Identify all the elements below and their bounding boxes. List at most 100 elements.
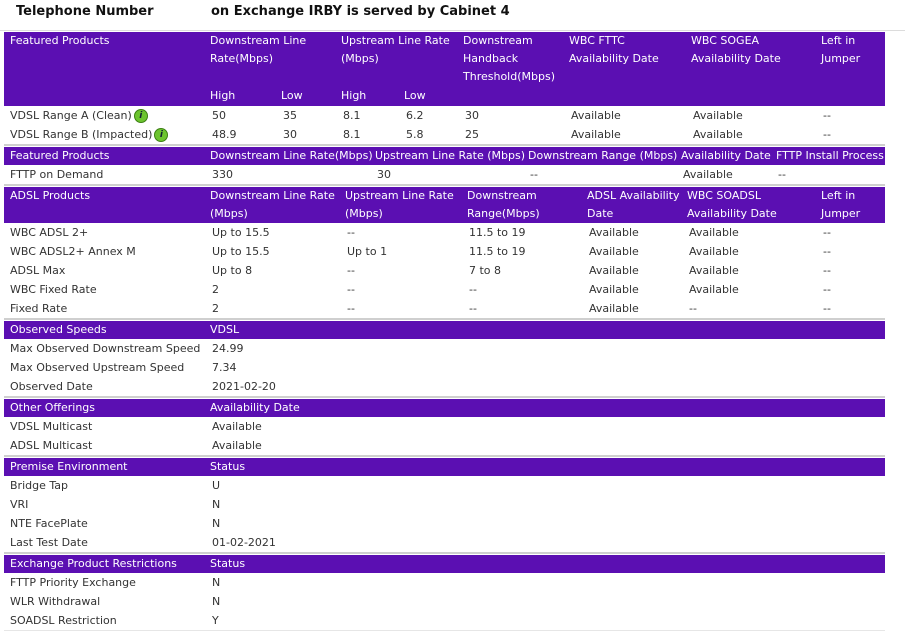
table-row: VDSL Range A (Clean) i 50 35 8.1 6.2 30 A… (4, 106, 885, 126)
cell: 25 (465, 128, 479, 141)
cell: 2 (212, 302, 219, 315)
col-downstream-range: Downstream Range (Mbps) (528, 149, 678, 162)
product-name: VDSL Range B (Impacted) (10, 128, 153, 141)
divider (4, 184, 885, 186)
col-adsl-availability: ADSL Availability Date (587, 189, 680, 220)
row-label: Last Test Date (10, 536, 88, 549)
col-left-in-jumper: Left in Jumper (821, 189, 861, 220)
cell: 7.34 (212, 361, 237, 374)
col-left-in-jumper: Left in Jumper (821, 34, 861, 65)
divider (4, 318, 885, 320)
fttp-header: Featured Products Downstream Line Rate(M… (4, 147, 885, 165)
col-handback-threshold: Downstream Handback Threshold(Mbps) (463, 34, 555, 83)
cell: -- (823, 302, 831, 315)
table-row: Observed Date 2021-02-20 (4, 377, 885, 397)
cell: 2 (212, 283, 219, 296)
cell: 2021-02-20 (212, 380, 276, 393)
row-label: Fixed Rate (10, 302, 68, 315)
adsl-header: ADSL Products Downstream Line Rate (Mbps… (4, 187, 885, 223)
table-row: Max Observed Upstream Speed 7.34 (4, 358, 885, 378)
top-bar: Telephone Number on Exchange IRBY is ser… (0, 0, 905, 31)
cell: -- (823, 128, 831, 141)
row-label: WLR Withdrawal (10, 595, 101, 608)
table-row: WBC Fixed Rate 2 -- -- Available Available -- (4, 280, 885, 300)
other-header: Other Offerings Availability Date (4, 399, 885, 417)
cell: 11.5 to 19 (469, 245, 526, 258)
sub-high: High (341, 89, 367, 102)
exchange-text: on Exchange IRBY is served by Cabinet 4 (211, 4, 510, 19)
cell: -- (689, 302, 697, 315)
col-fttp-install: FTTP Install Process (776, 149, 884, 162)
col-fttc-availability: WBC FTTC Availability Date (569, 34, 659, 65)
col-upstream-rate: Upstream Line Rate (Mbps) (345, 189, 454, 220)
cell: -- (469, 302, 477, 315)
product-name: FTTP on Demand (10, 168, 104, 181)
cell: -- (530, 168, 538, 181)
table-row: Max Observed Downstream Speed 24.99 (4, 339, 885, 359)
info-icon[interactable]: i (133, 109, 148, 123)
row-label: VDSL Multicast (10, 420, 93, 433)
divider (4, 144, 885, 146)
cell: -- (778, 168, 786, 181)
cell: -- (347, 264, 355, 277)
cell: 48.9 (212, 128, 237, 141)
cell: 01-02-2021 (212, 536, 276, 549)
col-status: Status (210, 460, 246, 473)
restrictions-header: Exchange Product Restrictions Status (4, 555, 885, 573)
divider (4, 552, 885, 554)
cell: 30 (283, 128, 297, 141)
table-row: ADSL Multicast Available (4, 436, 885, 456)
cell: Available (693, 128, 743, 141)
cell: Available (212, 439, 262, 452)
cell: Available (689, 283, 739, 296)
cell: N (212, 576, 221, 589)
premise-header: Premise Environment Status (4, 458, 885, 476)
cell: 50 (212, 109, 226, 122)
cell: -- (469, 283, 477, 296)
info-icon[interactable]: i (154, 128, 169, 142)
row-label: VRI (10, 498, 29, 511)
table-row: SOADSL Restriction Y (4, 611, 885, 631)
table-row: Last Test Date 01-02-2021 (4, 533, 885, 553)
cell: -- (347, 302, 355, 315)
cell: 30 (465, 109, 479, 122)
col-availability-date: Availability Date (210, 401, 300, 414)
cell: N (212, 595, 221, 608)
col-featured-products: Featured Products (10, 34, 110, 47)
col-adsl-products: ADSL Products (10, 189, 91, 202)
cell: Available (689, 226, 739, 239)
table-row: ADSL Max Up to 8 -- 7 to 8 Available Availabl… (4, 261, 885, 281)
sub-low: Low (281, 89, 303, 102)
cell: Available (589, 226, 639, 239)
cell: Up to 15.5 (212, 245, 270, 258)
cell: Up to 8 (212, 264, 253, 277)
table-row: FTTP Priority Exchange N (4, 573, 885, 593)
cell: 11.5 to 19 (469, 226, 526, 239)
cell: -- (347, 283, 355, 296)
divider (4, 396, 885, 398)
row-label: ADSL Multicast (10, 439, 93, 452)
col-premise-environment: Premise Environment (10, 460, 128, 473)
cell: Available (589, 283, 639, 296)
table-row: VDSL Multicast Available (4, 417, 885, 437)
sub-high: High (210, 89, 236, 102)
row-label: Max Observed Upstream Speed (10, 361, 185, 374)
row-label: NTE FacePlate (10, 517, 88, 530)
row-label: ADSL Max (10, 264, 66, 277)
col-downstream-rate: Downstream Line Rate(Mbps) (210, 149, 373, 162)
cell: Available (689, 245, 739, 258)
cell: U (212, 479, 221, 492)
col-soadsl-availability: WBC SOADSL Availability Date (687, 189, 777, 220)
cell: 30 (377, 168, 391, 181)
col-vdsl: VDSL (210, 323, 240, 336)
cell: -- (823, 283, 831, 296)
cell: 24.99 (212, 342, 244, 355)
col-featured-products: Featured Products (10, 149, 110, 162)
cell: Available (589, 245, 639, 258)
col-downstream-rate: Downstream Line Rate (Mbps) (210, 189, 335, 220)
cell: Available (571, 109, 621, 122)
cell: Y (212, 614, 219, 627)
cell: 6.2 (406, 109, 424, 122)
observed-header: Observed Speeds VDSL (4, 321, 885, 339)
cell: Available (683, 168, 733, 181)
